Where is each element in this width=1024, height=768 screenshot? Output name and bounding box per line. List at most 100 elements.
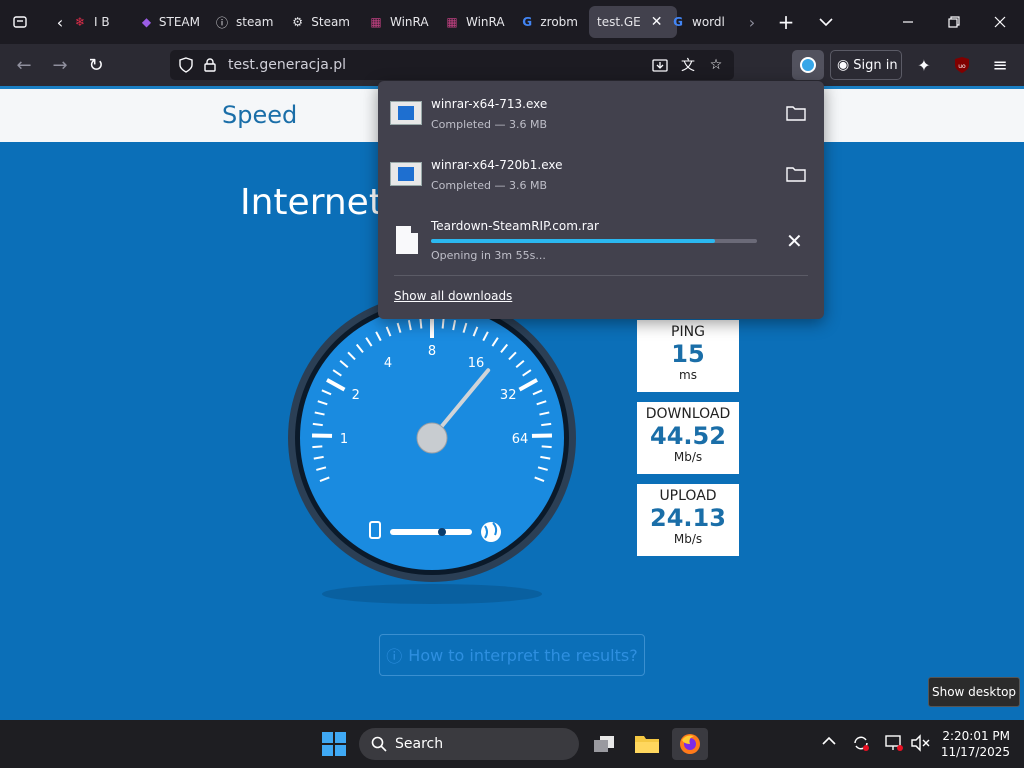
gauge-tick-label: 8 <box>428 344 436 359</box>
download-item[interactable]: winrar-x64-713.exe Completed — 3.6 MB <box>378 81 824 137</box>
gauge-tick-label: 2 <box>352 388 360 403</box>
firefox-taskbar-icon[interactable] <box>672 728 708 760</box>
system-clock[interactable]: 2:20:01 PM 11/17/2025 <box>940 728 1010 760</box>
task-view-icon[interactable] <box>586 728 622 760</box>
tab-9[interactable]: G wordl <box>670 6 732 38</box>
google-icon: G <box>522 15 533 29</box>
volume-muted-icon[interactable] <box>910 734 930 756</box>
cancel-download-icon[interactable]: ✕ <box>786 229 803 253</box>
exe-file-icon <box>390 101 422 125</box>
folder-icon[interactable] <box>786 105 806 121</box>
search-icon <box>371 736 387 752</box>
gauge-tick-label: 64 <box>512 432 529 447</box>
sign-in-button[interactable]: ◉ Sign in <box>830 50 902 80</box>
divider <box>394 275 808 276</box>
show-all-downloads-link[interactable]: Show all downloads <box>394 289 512 303</box>
gauge-tick <box>541 422 552 427</box>
gauge-tick-label: 16 <box>468 356 485 371</box>
svg-text:uo: uo <box>958 63 966 70</box>
gauge-tick-label: 1 <box>340 432 348 447</box>
globe-icon <box>481 522 501 542</box>
gauge-tick-label: 4 <box>384 356 392 371</box>
forward-icon[interactable]: → <box>46 52 74 78</box>
url-bar[interactable]: test.generacja.pl 文 ☆ <box>170 50 734 80</box>
sync-icon[interactable] <box>852 734 870 756</box>
tab-6[interactable]: ▦ WinRA <box>444 6 506 38</box>
site-logo[interactable]: Speed <box>222 101 297 129</box>
translate-icon[interactable]: 文 <box>676 53 700 77</box>
show-desktop-tooltip: Show desktop <box>928 677 1020 707</box>
downloads-panel: winrar-x64-713.exe Completed — 3.6 MB wi… <box>378 81 824 319</box>
connection-line <box>390 529 472 535</box>
tab-2[interactable]: ◆ STEAM <box>140 6 200 38</box>
tab-4[interactable]: ⚙ Steam <box>290 6 350 38</box>
download-progress-fill <box>431 239 715 243</box>
close-tab-icon[interactable]: ✕ <box>651 14 663 30</box>
winrar-icon: ▦ <box>446 15 458 29</box>
info-icon: ⓘ <box>215 15 228 30</box>
folder-icon[interactable] <box>786 166 806 182</box>
file-explorer-icon[interactable] <box>629 728 665 760</box>
tab-active[interactable]: test.GE ✕ <box>589 6 677 38</box>
tracking-protection-icon[interactable] <box>174 53 198 77</box>
network-icon[interactable] <box>884 734 904 756</box>
menu-icon[interactable]: ≡ <box>986 52 1014 78</box>
taskbar-search[interactable]: Search <box>359 728 579 760</box>
ping-value: 15 <box>671 340 705 368</box>
tab-bar: ‹ ❄ I B ◆ STEAM ⓘ steam ⚙ Steam ▦ WinRA … <box>0 0 1024 44</box>
connection-dot <box>438 528 446 536</box>
gauge-tick <box>312 445 323 449</box>
steam-icon: ⚙ <box>292 15 303 29</box>
download-box: DOWNLOAD 44.52 Mb/s <box>637 402 739 474</box>
download-value: 44.52 <box>650 422 726 450</box>
gauge-shadow <box>322 584 542 604</box>
new-tab-icon[interactable]: + <box>774 10 798 34</box>
tab-7[interactable]: G zrobm <box>520 6 578 38</box>
back-icon[interactable]: ← <box>10 52 38 78</box>
lock-icon[interactable] <box>198 53 222 77</box>
upload-value: 24.13 <box>650 504 726 532</box>
download-item-active[interactable]: Teardown-SteamRIP.com.rar Opening in 3m … <box>378 203 824 273</box>
speed-gauge: 1 2 4 8 16 32 64 <box>288 296 576 604</box>
scroll-tabs-right-icon[interactable]: › <box>740 10 764 34</box>
windows-start-icon[interactable] <box>322 732 346 756</box>
extensions-icon[interactable]: ✦ <box>910 52 938 78</box>
gauge-tick-label: 32 <box>500 388 517 403</box>
show-hidden-icons[interactable] <box>822 734 836 750</box>
list-tabs-icon[interactable] <box>814 10 838 34</box>
tab-5[interactable]: ▦ WinRA <box>368 6 430 38</box>
winrar-icon: ▦ <box>370 15 382 29</box>
nav-bar: ← → ↻ test.generacja.pl 文 ☆ ◉ Sign in ✦ … <box>0 44 1024 86</box>
gauge-tick <box>312 422 323 427</box>
download-progress-bar <box>431 239 757 243</box>
downloads-progress-icon <box>800 57 816 73</box>
exe-file-icon <box>390 162 422 186</box>
restore-icon[interactable] <box>942 10 966 34</box>
interpret-results-button[interactable]: ⓘ How to interpret the results? <box>379 634 645 676</box>
upload-box: UPLOAD 24.13 Mb/s <box>637 484 739 556</box>
ublock-icon[interactable]: uo <box>948 52 976 78</box>
download-item[interactable]: winrar-x64-720b1.exe Completed — 3.6 MB <box>378 142 824 198</box>
tab-overview-icon[interactable] <box>8 10 32 34</box>
tab-3[interactable]: ⓘ steam <box>214 6 274 38</box>
minimize-icon[interactable] <box>896 10 920 34</box>
gauge-tick <box>419 318 423 329</box>
gauge-hub <box>416 422 448 454</box>
info-circle-icon: ⓘ <box>386 647 403 666</box>
reload-icon[interactable]: ↻ <box>82 52 110 78</box>
save-page-icon[interactable] <box>648 53 672 77</box>
file-icon <box>396 226 418 254</box>
bookmark-star-icon[interactable]: ☆ <box>704 53 728 77</box>
scroll-tabs-left-icon[interactable]: ‹ <box>48 10 72 34</box>
google-icon: G <box>673 15 683 29</box>
url-text[interactable]: test.generacja.pl <box>228 57 346 73</box>
ping-box: PING 15 ms <box>637 320 739 392</box>
steam-purple-icon: ◆ <box>141 15 152 29</box>
snowflake-icon: ❄ <box>74 15 86 29</box>
gauge-tick <box>441 318 445 329</box>
page-headline: Internet <box>240 182 383 223</box>
account-icon: ◉ <box>837 57 850 73</box>
downloads-button[interactable] <box>792 50 824 80</box>
tab-1[interactable]: ❄ I B <box>72 6 126 38</box>
close-window-icon[interactable] <box>988 10 1012 34</box>
